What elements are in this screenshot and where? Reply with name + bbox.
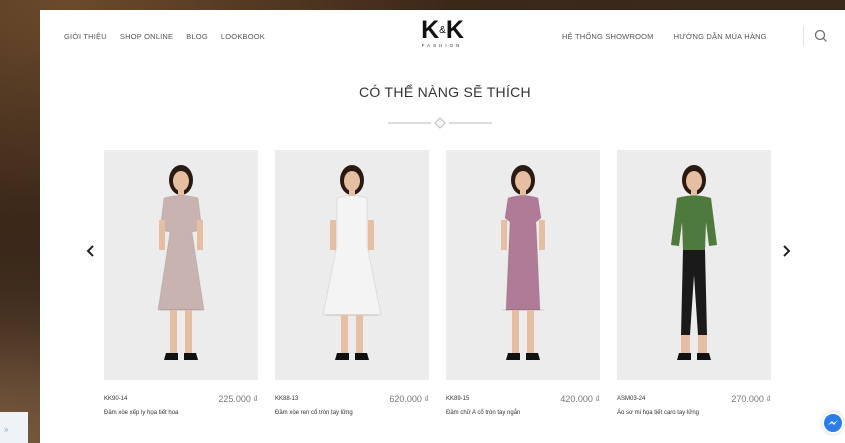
product-card[interactable]: KK90-14 225.000 ₫ Đầm xòe xếp ly họa tiết… <box>104 150 258 416</box>
model-shoe <box>335 353 349 360</box>
product-card[interactable]: KK89-15 420.000 ₫ Đầm chữ A cổ tròn tay n… <box>446 150 600 416</box>
model-arm <box>368 220 374 250</box>
search-icon <box>814 29 827 42</box>
product-name[interactable]: Đầm xòe xếp ly họa tiết hoa <box>104 410 258 416</box>
model-face <box>686 171 702 191</box>
model-leg <box>681 335 690 353</box>
nav-divider <box>803 26 804 46</box>
model-figure <box>157 165 205 360</box>
product-price: 270.000 ₫ <box>731 394 771 404</box>
model-arm <box>197 220 203 250</box>
model-face <box>173 171 189 191</box>
nav-link-shop-online[interactable]: SHOP ONLINE <box>120 32 173 41</box>
product-photo[interactable] <box>446 150 600 380</box>
model-dress <box>322 195 382 316</box>
product-price: 225.000 ₫ <box>218 394 258 404</box>
nav-right-menu: HỆ THỐNG SHOWROOM HƯỚNG DẪN MUA HÀNG <box>562 32 767 41</box>
product-code: ASM03-24 <box>617 396 646 402</box>
product-photo[interactable] <box>617 150 771 380</box>
model-leg <box>170 310 177 355</box>
model-leg <box>341 315 348 355</box>
product-code: KK88-13 <box>275 396 299 402</box>
logo-tagline: FASHION <box>421 43 463 49</box>
product-code: KK89-15 <box>446 396 470 402</box>
model-dress <box>157 195 205 311</box>
model-leg <box>512 310 519 355</box>
carousel-prev-button[interactable] <box>82 242 100 260</box>
messenger-icon <box>824 414 842 432</box>
product-price: 420.000 ₫ <box>560 394 600 404</box>
model-leg <box>527 310 534 355</box>
search-button[interactable] <box>812 27 830 45</box>
messenger-button[interactable] <box>822 412 844 434</box>
model-shoe <box>677 353 691 360</box>
product-name[interactable]: Đầm xòe ren cổ tròn tay lửng <box>275 410 429 416</box>
model-dress <box>504 195 542 311</box>
nav-left-menu: GIỚI THIỆU SHOP ONLINE BLOG LOOKBOOK <box>64 32 265 41</box>
model-figure <box>322 165 382 360</box>
model-arm <box>539 220 545 250</box>
model-figure <box>501 165 545 360</box>
model-shirt <box>671 195 717 250</box>
product-name[interactable]: Đầm chữ A cổ tròn tay ngắn <box>446 410 600 416</box>
nav-link-blog[interactable]: BLOG <box>186 32 208 41</box>
product-card[interactable]: ASM03-24 270.000 ₫ Áo sơ mi họa tiết caro… <box>617 150 771 416</box>
product-card[interactable]: KK88-13 620.000 ₫ Đầm xòe ren cổ tròn tay… <box>275 150 429 416</box>
model-arm <box>501 220 507 250</box>
section-title: CÓ THỂ NÀNG SẼ THÍCH <box>359 84 531 100</box>
carousel-next-button[interactable] <box>777 242 795 260</box>
title-ornament <box>388 117 492 129</box>
chevron-right-icon <box>783 245 791 257</box>
nav-link-gioi-thieu[interactable]: GIỚI THIỆU <box>64 32 107 41</box>
model-shoe <box>697 353 711 360</box>
model-leg <box>356 315 363 355</box>
model-shoe <box>164 353 178 360</box>
logo-wordmark: K&K <box>421 16 464 44</box>
model-figure <box>671 165 717 360</box>
product-name[interactable]: Áo sơ mi họa tiết caro tay lửng <box>617 410 771 416</box>
nav-link-lookbook[interactable]: LOOKBOOK <box>221 32 265 41</box>
model-arm <box>330 220 336 250</box>
model-arm <box>159 220 165 250</box>
chevron-left-icon <box>86 245 94 257</box>
model-leg <box>185 310 192 355</box>
model-leg <box>698 335 707 353</box>
model-face <box>515 171 531 191</box>
brand-logo[interactable]: K&K FASHION <box>412 17 472 48</box>
model-shoe <box>526 353 540 360</box>
store-page: GIỚI THIỆU SHOP ONLINE BLOG LOOKBOOK K&K… <box>40 10 845 443</box>
model-shoe <box>355 353 369 360</box>
top-navigation: GIỚI THIỆU SHOP ONLINE BLOG LOOKBOOK K&K… <box>40 10 845 62</box>
side-expand-tab[interactable]: » <box>0 412 28 443</box>
product-photo[interactable] <box>275 150 429 380</box>
product-code: KK90-14 <box>104 396 128 402</box>
product-photo[interactable] <box>104 150 258 380</box>
model-face <box>344 171 360 191</box>
model-shoe <box>184 353 198 360</box>
nav-link-showroom[interactable]: HỆ THỐNG SHOWROOM <box>562 32 654 41</box>
model-shoe <box>506 353 520 360</box>
nav-link-buying-guide[interactable]: HƯỚNG DẪN MUA HÀNG <box>674 32 767 41</box>
product-price: 620.000 ₫ <box>389 394 429 404</box>
model-pants <box>681 250 707 335</box>
